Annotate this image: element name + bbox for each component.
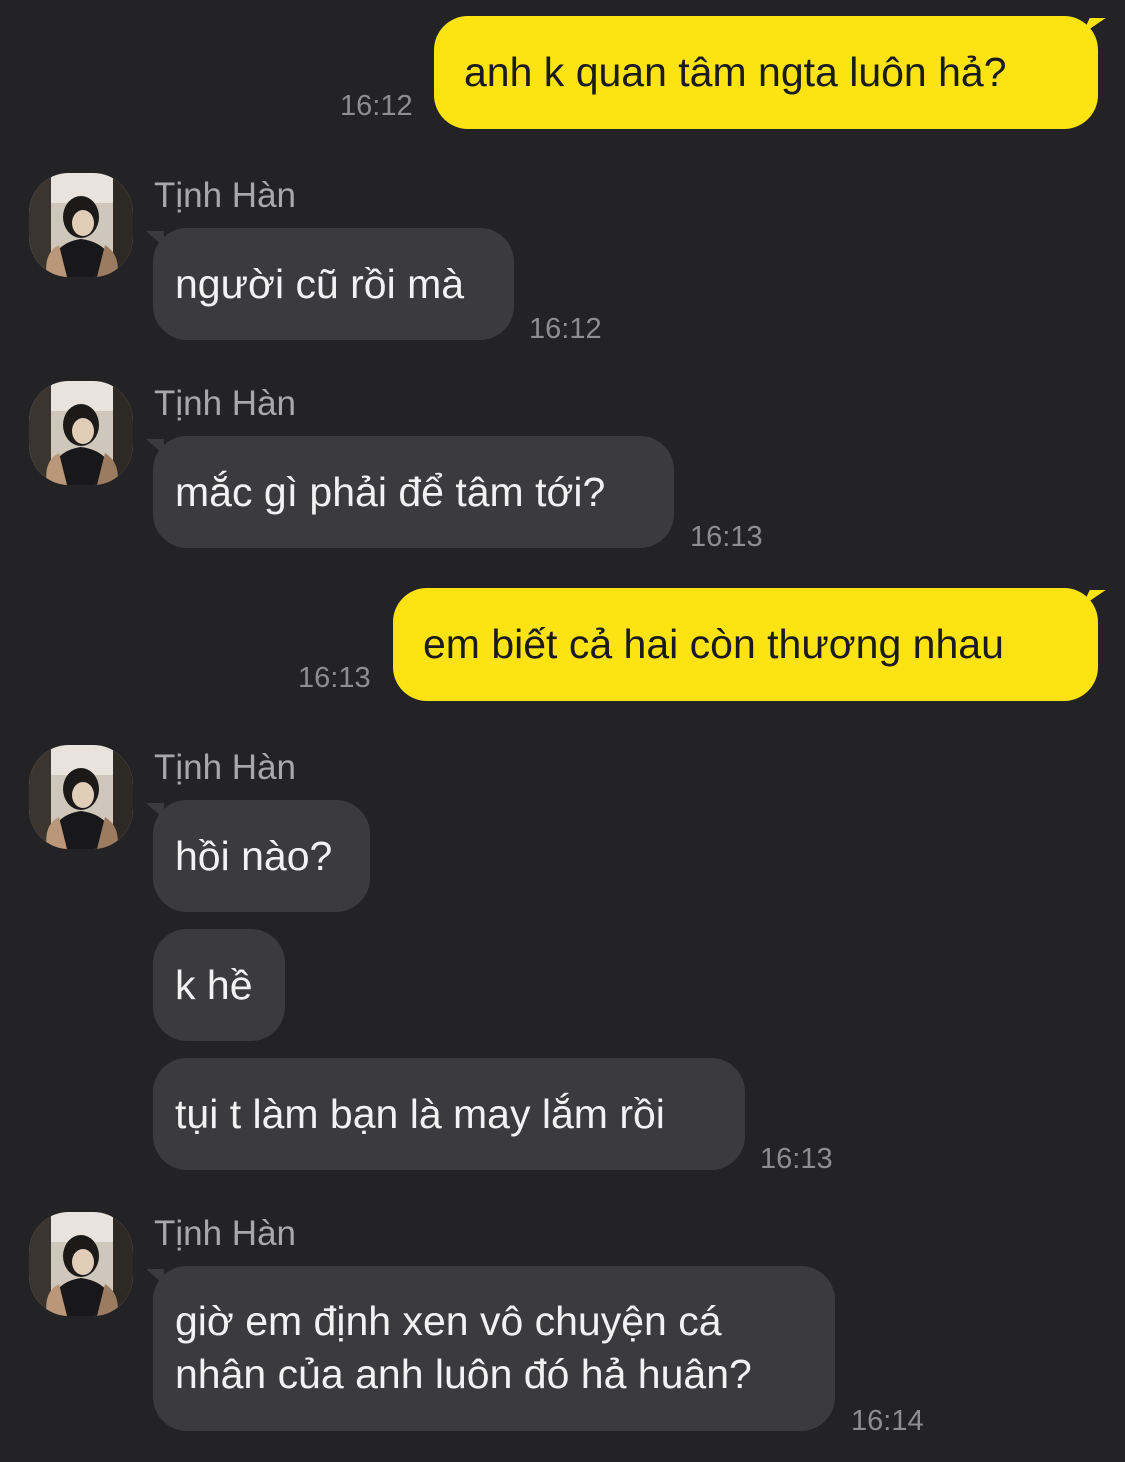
message-timestamp: 16:13: [690, 521, 763, 553]
incoming-message-bubble[interactable]: người cũ rồi mà: [153, 228, 514, 340]
outgoing-message-bubble[interactable]: em biết cả hai còn thương nhau: [393, 588, 1098, 701]
incoming-message-bubble[interactable]: giờ em định xen vô chuyện cá nhân của an…: [153, 1266, 835, 1431]
message-timestamp: 16:13: [298, 662, 371, 694]
incoming-message-bubble[interactable]: mắc gì phải để tâm tới?: [153, 436, 674, 548]
message-text: mắc gì phải để tâm tới?: [175, 468, 606, 515]
message-timestamp: 16:12: [529, 313, 602, 345]
sender-name: Tịnh Hàn: [154, 384, 297, 423]
message-text: anh k quan tâm ngta luôn hả?: [464, 49, 1007, 95]
sender-name: Tịnh Hàn: [154, 176, 297, 215]
contact-avatar[interactable]: [29, 173, 133, 277]
message-text: giờ em định xen vô chuyện cá nhân của an…: [175, 1298, 752, 1397]
message-timestamp: 16:14: [851, 1405, 924, 1437]
message-text: k hề: [175, 961, 253, 1008]
contact-avatar[interactable]: [29, 745, 133, 849]
message-text: em biết cả hai còn thương nhau: [423, 621, 1004, 667]
contact-avatar[interactable]: [29, 1212, 133, 1316]
message-timestamp: 16:12: [340, 90, 413, 122]
incoming-message-bubble[interactable]: tụi t làm bạn là may lắm rồi: [153, 1058, 745, 1170]
contact-avatar[interactable]: [29, 381, 133, 485]
sender-name: Tịnh Hàn: [154, 1214, 297, 1253]
message-text: tụi t làm bạn là may lắm rồi: [175, 1090, 665, 1137]
message-timestamp: 16:13: [760, 1143, 833, 1175]
incoming-message-bubble[interactable]: k hề: [153, 929, 285, 1041]
message-text: người cũ rồi mà: [175, 260, 465, 307]
sender-name: Tịnh Hàn: [154, 748, 297, 787]
incoming-message-bubble[interactable]: hồi nào?: [153, 800, 370, 912]
outgoing-message-bubble[interactable]: anh k quan tâm ngta luôn hả?: [434, 16, 1098, 129]
message-text: hồi nào?: [175, 832, 333, 879]
